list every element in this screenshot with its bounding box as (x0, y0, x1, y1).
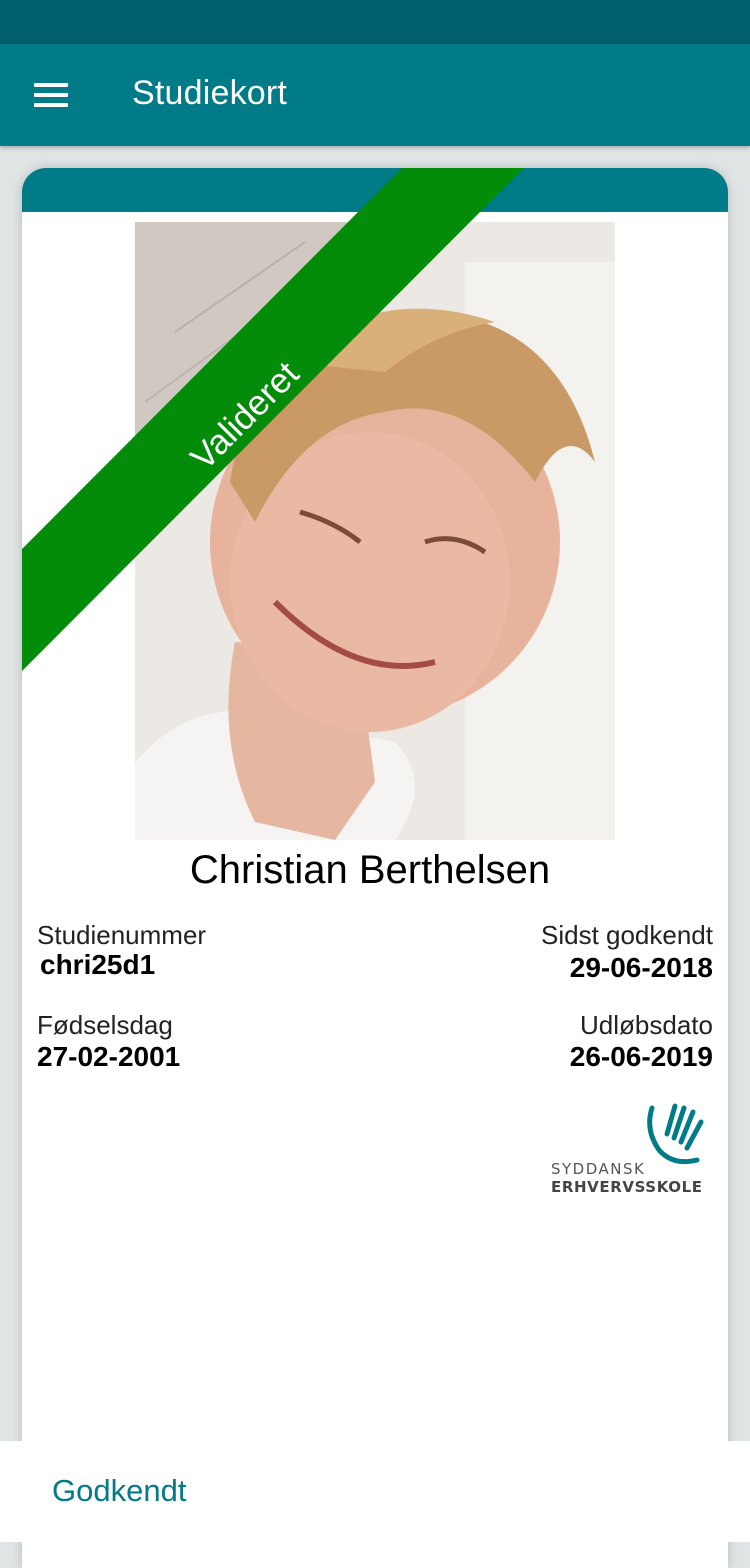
hand-logo-icon: SYDDANSK ERHVERVSSKOLE (551, 1103, 704, 1196)
last-approved-label: Sidst godkendt (540, 920, 713, 950)
student-name: Christian Berthelsen (189, 848, 551, 892)
page-title: Studiekort (132, 74, 288, 112)
card-header (22, 168, 728, 212)
student-number-value: chri25d1 (40, 949, 156, 980)
student-card: Valideret Christian Berthelsen Studienum… (22, 168, 728, 1568)
school-name-line1: SYDDANSK (551, 1160, 645, 1178)
app-bar: Studiekort (0, 44, 750, 146)
bottom-bar: Godkendt (0, 1441, 750, 1542)
birthday-value: 27-02-2001 (37, 1041, 181, 1072)
expiry-label: Udløbsdato (580, 1010, 713, 1040)
student-photo (135, 222, 615, 840)
expiry-value: 26-06-2019 (569, 1041, 713, 1072)
birthday-label: Fødselsdag (37, 1010, 173, 1040)
school-name-line2: ERHVERVSSKOLE (551, 1178, 703, 1196)
student-number-label: Studienummer (37, 920, 207, 950)
last-approved-value: 29-06-2018 (569, 952, 713, 983)
school-logo: SYDDANSK ERHVERVSSKOLE (547, 1100, 717, 1198)
approved-button[interactable]: Godkendt (30, 1463, 208, 1519)
status-bar (0, 0, 750, 44)
hamburger-menu-icon[interactable] (22, 66, 80, 124)
